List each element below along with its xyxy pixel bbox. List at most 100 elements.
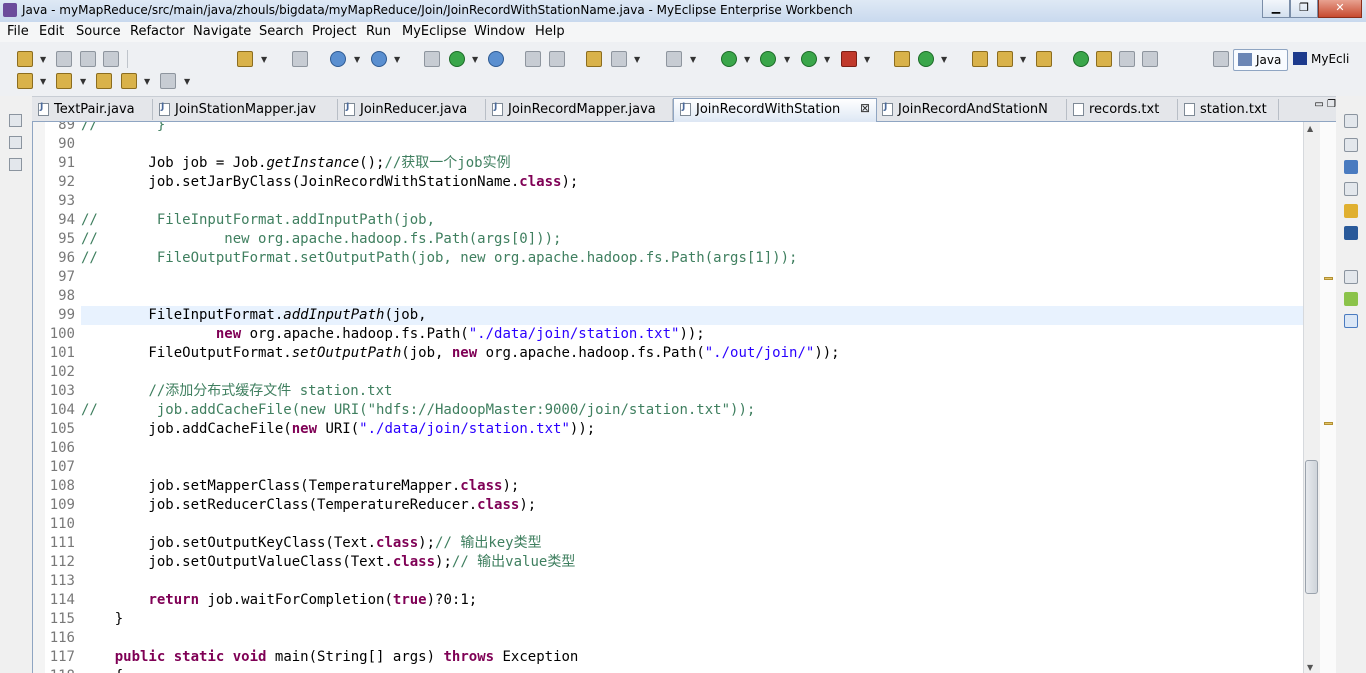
open-console-icon[interactable] (292, 51, 308, 67)
code-line[interactable]: 93 (58, 192, 1303, 211)
folder-icon[interactable] (1036, 51, 1052, 67)
perspective-java[interactable]: Java (1233, 49, 1288, 71)
menu-project[interactable]: Project (312, 24, 356, 39)
web-project-dropdown-icon[interactable]: ▼ (261, 55, 267, 64)
search-icon[interactable] (371, 51, 387, 67)
search-dropdown-icon[interactable]: ▼ (394, 55, 400, 64)
menu-search[interactable]: Search (259, 24, 304, 39)
menu-help[interactable]: Help (535, 24, 565, 39)
last-edit-icon[interactable] (96, 73, 112, 89)
declaration-icon[interactable] (1344, 182, 1358, 196)
camera-dropdown-icon[interactable]: ▼ (690, 55, 696, 64)
deploy-icon[interactable] (424, 51, 440, 67)
run-icon[interactable] (760, 51, 776, 67)
code-line[interactable]: 107 (50, 458, 1303, 477)
package-explorer-icon[interactable] (9, 136, 22, 149)
code-line[interactable]: 98 (58, 287, 1303, 306)
coverage-dropdown-icon[interactable]: ▼ (824, 55, 830, 64)
code-line[interactable]: 115 } (50, 610, 1303, 629)
leaf-icon[interactable] (1344, 292, 1358, 306)
brush-icon[interactable] (997, 51, 1013, 67)
profile-icon[interactable] (841, 51, 857, 67)
menu-source[interactable]: Source (76, 24, 121, 39)
tab-joinrecordmapper[interactable]: JoinRecordMapper.java (486, 99, 673, 120)
tab-textpair[interactable]: TextPair.java (32, 99, 153, 120)
scroll-down-icon[interactable]: ▼ (1307, 663, 1313, 672)
tab-joinreducer[interactable]: JoinReducer.java (338, 99, 486, 120)
javadoc-at-icon[interactable] (1344, 160, 1358, 174)
scroll-up-icon[interactable]: ▲ (1307, 124, 1313, 133)
new-web-project-icon[interactable] (237, 51, 253, 67)
open-perspective-button-icon[interactable] (1213, 51, 1229, 67)
back-dropdown-icon[interactable]: ▼ (144, 77, 150, 86)
server-dropdown-icon[interactable]: ▼ (472, 55, 478, 64)
coverage-icon[interactable] (801, 51, 817, 67)
servers-icon[interactable] (1344, 204, 1358, 218)
minimize-editor-icon[interactable]: ▭ (1314, 99, 1323, 110)
new-class-dropdown-icon[interactable]: ▼ (941, 55, 947, 64)
tab-station-txt[interactable]: station.txt (1178, 99, 1279, 120)
menu-navigate[interactable]: Navigate (193, 24, 251, 39)
open-folder-icon[interactable] (972, 51, 988, 67)
save-all-icon[interactable] (80, 51, 96, 67)
brush-dropdown-icon[interactable]: ▼ (1020, 55, 1026, 64)
code-line[interactable]: 97 (58, 268, 1303, 287)
debug-dropdown-icon[interactable]: ▼ (744, 55, 750, 64)
code-line[interactable]: 117 public static void main(String[] arg… (50, 648, 1303, 667)
menu-run[interactable]: Run (366, 24, 391, 39)
minimize-button[interactable]: ▁ (1262, 0, 1290, 18)
outline-icon[interactable] (1344, 138, 1358, 152)
code-line[interactable]: 103 //添加分布式缓存文件 station.txt (50, 382, 1303, 401)
console-icon[interactable] (1344, 226, 1358, 240)
tab-joinrecordandstation[interactable]: JoinRecordAndStationN (876, 99, 1067, 120)
code-line[interactable]: 89 // } (58, 122, 1303, 135)
camera-icon[interactable] (666, 51, 682, 67)
code-line[interactable]: 92 job.setJarByClass(JoinRecordWithStati… (58, 173, 1303, 192)
tab-records-txt[interactable]: records.txt (1067, 99, 1178, 120)
code-line[interactable]: 109 job.setReducerClass(TemperatureReduc… (50, 496, 1303, 515)
overview-marker[interactable] (1324, 277, 1333, 280)
open-type-dropdown-icon[interactable]: ▼ (354, 55, 360, 64)
external-tools-dropdown-icon[interactable]: ▼ (634, 55, 640, 64)
restore-icon[interactable] (1344, 114, 1358, 128)
mark-occurrences-icon[interactable] (1096, 51, 1112, 67)
code-line[interactable]: 112 job.setOutputValueClass(Text.class);… (50, 553, 1303, 572)
code-line[interactable]: 105 job.addCacheFile(new URI("./data/joi… (50, 420, 1303, 439)
restore-icon[interactable] (9, 114, 22, 127)
back-history-icon[interactable] (525, 51, 541, 67)
code-line[interactable]: 100 new org.apache.hadoop.fs.Path("./dat… (50, 325, 1303, 344)
menu-myeclipse[interactable]: MyEclipse (402, 24, 467, 39)
menu-refactor[interactable]: Refactor (130, 24, 185, 39)
forward-arrow-icon[interactable] (160, 73, 176, 89)
menu-edit[interactable]: Edit (39, 24, 64, 39)
print-icon[interactable] (103, 51, 119, 67)
save-icon[interactable] (56, 51, 72, 67)
code-line[interactable]: 108 job.setMapperClass(TemperatureMapper… (50, 477, 1303, 496)
overview-marker[interactable] (1324, 422, 1333, 425)
code-line[interactable]: 104 // job.addCacheFile(new URI("hdfs://H… (50, 401, 1303, 420)
close-button[interactable]: ✕ (1318, 0, 1362, 18)
pin-icon[interactable] (1073, 51, 1089, 67)
menu-window[interactable]: Window (474, 24, 525, 39)
menu-file[interactable]: File (7, 24, 29, 39)
new-dropdown-icon[interactable]: ▼ (40, 55, 46, 64)
show-whitespace-icon[interactable] (1142, 51, 1158, 67)
new-class-icon[interactable] (918, 51, 934, 67)
server-icon[interactable] (449, 51, 465, 67)
code-line[interactable]: 101 FileOutputFormat.setOutputPath(job, … (50, 344, 1303, 363)
maximize-editor-icon[interactable]: ❐ (1327, 99, 1336, 110)
code-editor[interactable]: 89// } 90 91 Job job = Job.getInstance();/… (32, 122, 1337, 673)
maximize-button[interactable]: ❐ (1290, 0, 1318, 18)
code-line[interactable]: 91 Job job = Job.getInstance();//获取一个job… (58, 154, 1303, 173)
browser-globe-icon[interactable] (488, 51, 504, 67)
tab-joinstationmapper[interactable]: JoinStationMapper.jav (153, 99, 338, 120)
debug-bug-icon[interactable] (721, 51, 737, 67)
code-line[interactable]: 118 { (50, 667, 1303, 673)
perspective-myeclipse[interactable]: MyEcli (1291, 49, 1366, 69)
back-arrow-icon[interactable] (121, 73, 137, 89)
next-annotation-icon[interactable] (17, 73, 33, 89)
code-line[interactable]: 110 (50, 515, 1303, 534)
scrollbar-thumb[interactable] (1305, 460, 1318, 594)
code-line[interactable]: 106 (50, 439, 1303, 458)
external-tools-icon[interactable] (611, 51, 627, 67)
